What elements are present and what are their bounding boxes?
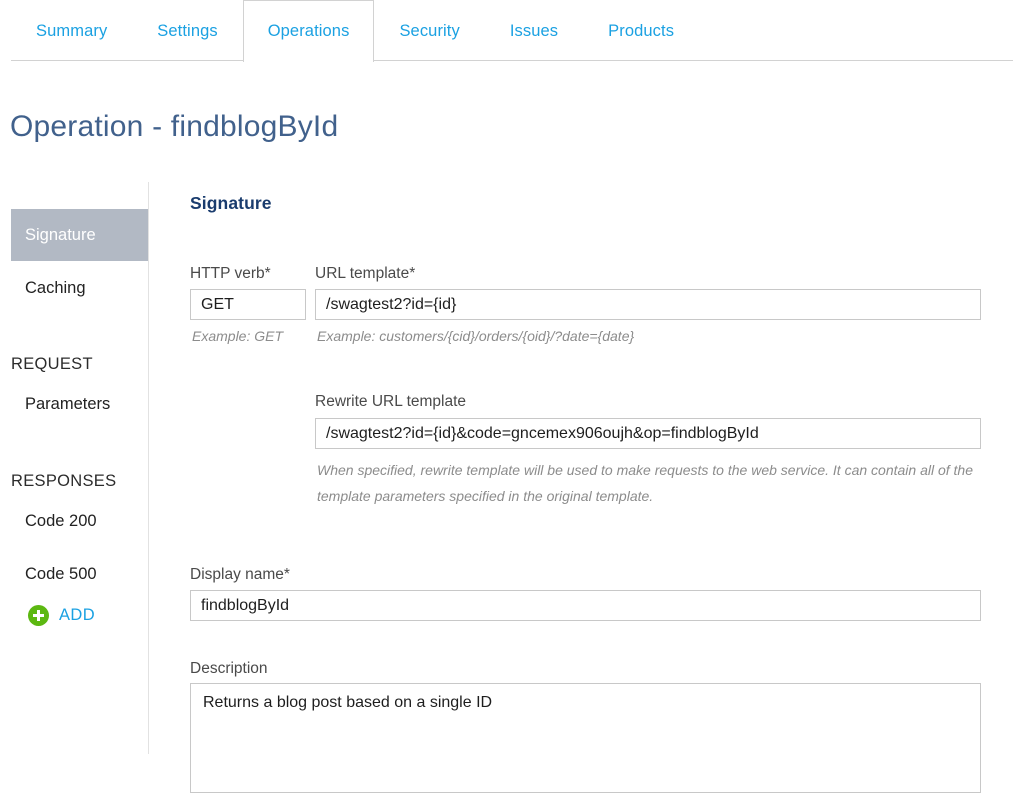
- description-label: Description: [190, 660, 268, 677]
- http-verb-hint: Example: GET: [192, 328, 284, 344]
- description-textarea[interactable]: Returns a blog post based on a single ID: [190, 683, 981, 793]
- sidebar-group-request: REQUEST: [11, 355, 93, 373]
- rewrite-url-template-hint: When specified, rewrite template will be…: [317, 462, 973, 504]
- tab-operations[interactable]: Operations: [242, 0, 375, 62]
- signature-form-panel: Signature HTTP verb* Example: GET URL te…: [189, 182, 1024, 793]
- tab-label: Summary: [36, 21, 108, 40]
- sidebar-group-responses: RESPONSES: [11, 472, 117, 490]
- http-verb-label: HTTP verb*: [190, 265, 271, 282]
- tab-label: Settings: [157, 21, 218, 40]
- sidebar-item-code-500[interactable]: Code 500: [11, 548, 148, 600]
- display-name-input[interactable]: [190, 590, 981, 621]
- rewrite-url-template-input[interactable]: [315, 418, 981, 449]
- tab-label: Security: [399, 21, 460, 40]
- tab-label: Issues: [509, 21, 559, 40]
- tab-settings[interactable]: Settings: [132, 0, 242, 61]
- tab-list: Summary Settings Operations Security Iss…: [11, 0, 699, 62]
- display-name-label: Display name*: [190, 566, 290, 583]
- rewrite-url-template-label: Rewrite URL template: [315, 393, 467, 410]
- sidebar-item-label: Signature: [25, 225, 96, 244]
- tab-products[interactable]: Products: [583, 0, 699, 61]
- plus-circle-icon: [28, 605, 49, 626]
- url-template-hint: Example: customers/{cid}/orders/{oid}/?d…: [317, 328, 635, 344]
- http-verb-input[interactable]: [190, 289, 306, 320]
- sidebar-item-label: Parameters: [25, 394, 111, 413]
- sidebar-item-caching[interactable]: Caching: [11, 262, 148, 314]
- add-button-label: ADD: [59, 606, 96, 624]
- sidebar-item-signature[interactable]: Signature: [11, 209, 148, 261]
- tab-label: Products: [608, 21, 675, 40]
- tab-summary[interactable]: Summary: [11, 0, 132, 61]
- sidebar-item-label: Code 500: [25, 564, 97, 583]
- sidebar-item-label: Caching: [25, 278, 86, 297]
- add-response-button[interactable]: ADD: [28, 605, 95, 626]
- tab-security[interactable]: Security: [374, 0, 484, 61]
- tab-issues[interactable]: Issues: [485, 0, 583, 61]
- sidebar-item-parameters[interactable]: Parameters: [11, 378, 148, 430]
- sidebar-item-code-200[interactable]: Code 200: [11, 495, 148, 547]
- sidebar-item-label: Code 200: [25, 511, 97, 530]
- sidebar: Signature Caching REQUEST Parameters RES…: [0, 182, 149, 754]
- url-template-input[interactable]: [315, 289, 981, 320]
- section-heading: Signature: [190, 193, 272, 213]
- tab-strip: Summary Settings Operations Security Iss…: [0, 0, 1024, 62]
- url-template-label: URL template*: [315, 265, 416, 282]
- tab-label: Operations: [267, 21, 350, 40]
- page-title: Operation - findblogById: [10, 110, 339, 143]
